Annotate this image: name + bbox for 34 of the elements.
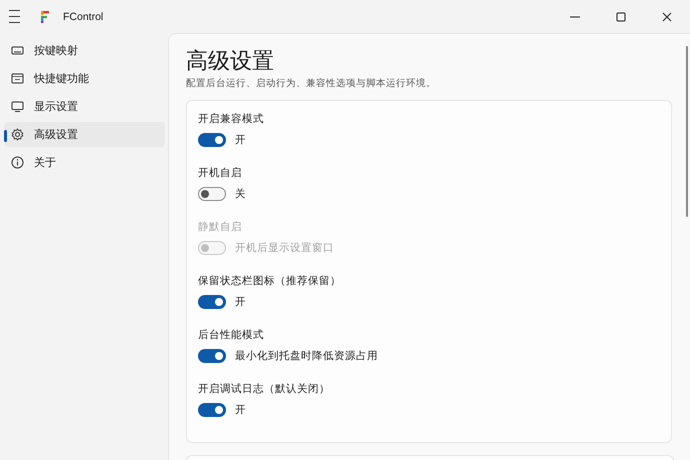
close-icon	[662, 12, 672, 22]
window-title: FControl	[63, 10, 104, 22]
scrollbar[interactable]	[686, 46, 688, 217]
settings-icon	[11, 128, 24, 140]
setting-label: 保留状态栏图标（推荐保留）	[198, 274, 342, 289]
toggle-state-label: 开机后显示设置窗口	[235, 241, 334, 255]
sidebar-item[interactable]: 显示设置	[4, 94, 165, 118]
page-title: 高级设置	[186, 48, 275, 76]
sidebar-item[interactable]: 关于	[4, 150, 165, 174]
setting-label: 后台性能模式	[198, 328, 265, 343]
toggle-state-label: 关	[235, 187, 246, 201]
monitor-icon	[11, 100, 24, 112]
page-subtitle: 配置后台运行、启动行为、兼容性选项与脚本运行环境。	[186, 77, 437, 90]
toggle-state-label: 开	[235, 295, 246, 309]
toggle-state-label: 开	[235, 133, 246, 147]
toggle-switch[interactable]	[198, 187, 226, 201]
maximize-icon	[616, 12, 626, 22]
toggle-switch[interactable]	[198, 403, 226, 417]
setting-label: 开启调试日志（默认关闭）	[198, 382, 331, 397]
window-icon	[11, 72, 24, 84]
info-icon	[11, 156, 24, 168]
toggle-state-label: 开	[235, 403, 246, 417]
toggle-state-label: 最小化到托盘时降低资源占用	[235, 349, 378, 363]
sidebar-item[interactable]: 按键映射	[4, 38, 165, 62]
toggle-switch[interactable]	[198, 133, 226, 147]
toggle-switch[interactable]	[198, 349, 226, 363]
setting-label: 静默自启	[198, 220, 243, 235]
toggle-switch[interactable]	[198, 295, 226, 309]
sidebar-item[interactable]: 高级设置	[4, 122, 165, 146]
logo-icon	[39, 10, 51, 24]
setting-label: 开启兼容模式	[198, 112, 265, 127]
setting-label: 开机自启	[198, 166, 243, 181]
keyboard-icon	[11, 44, 24, 56]
sidebar-item[interactable]: 快捷键功能	[4, 66, 165, 90]
